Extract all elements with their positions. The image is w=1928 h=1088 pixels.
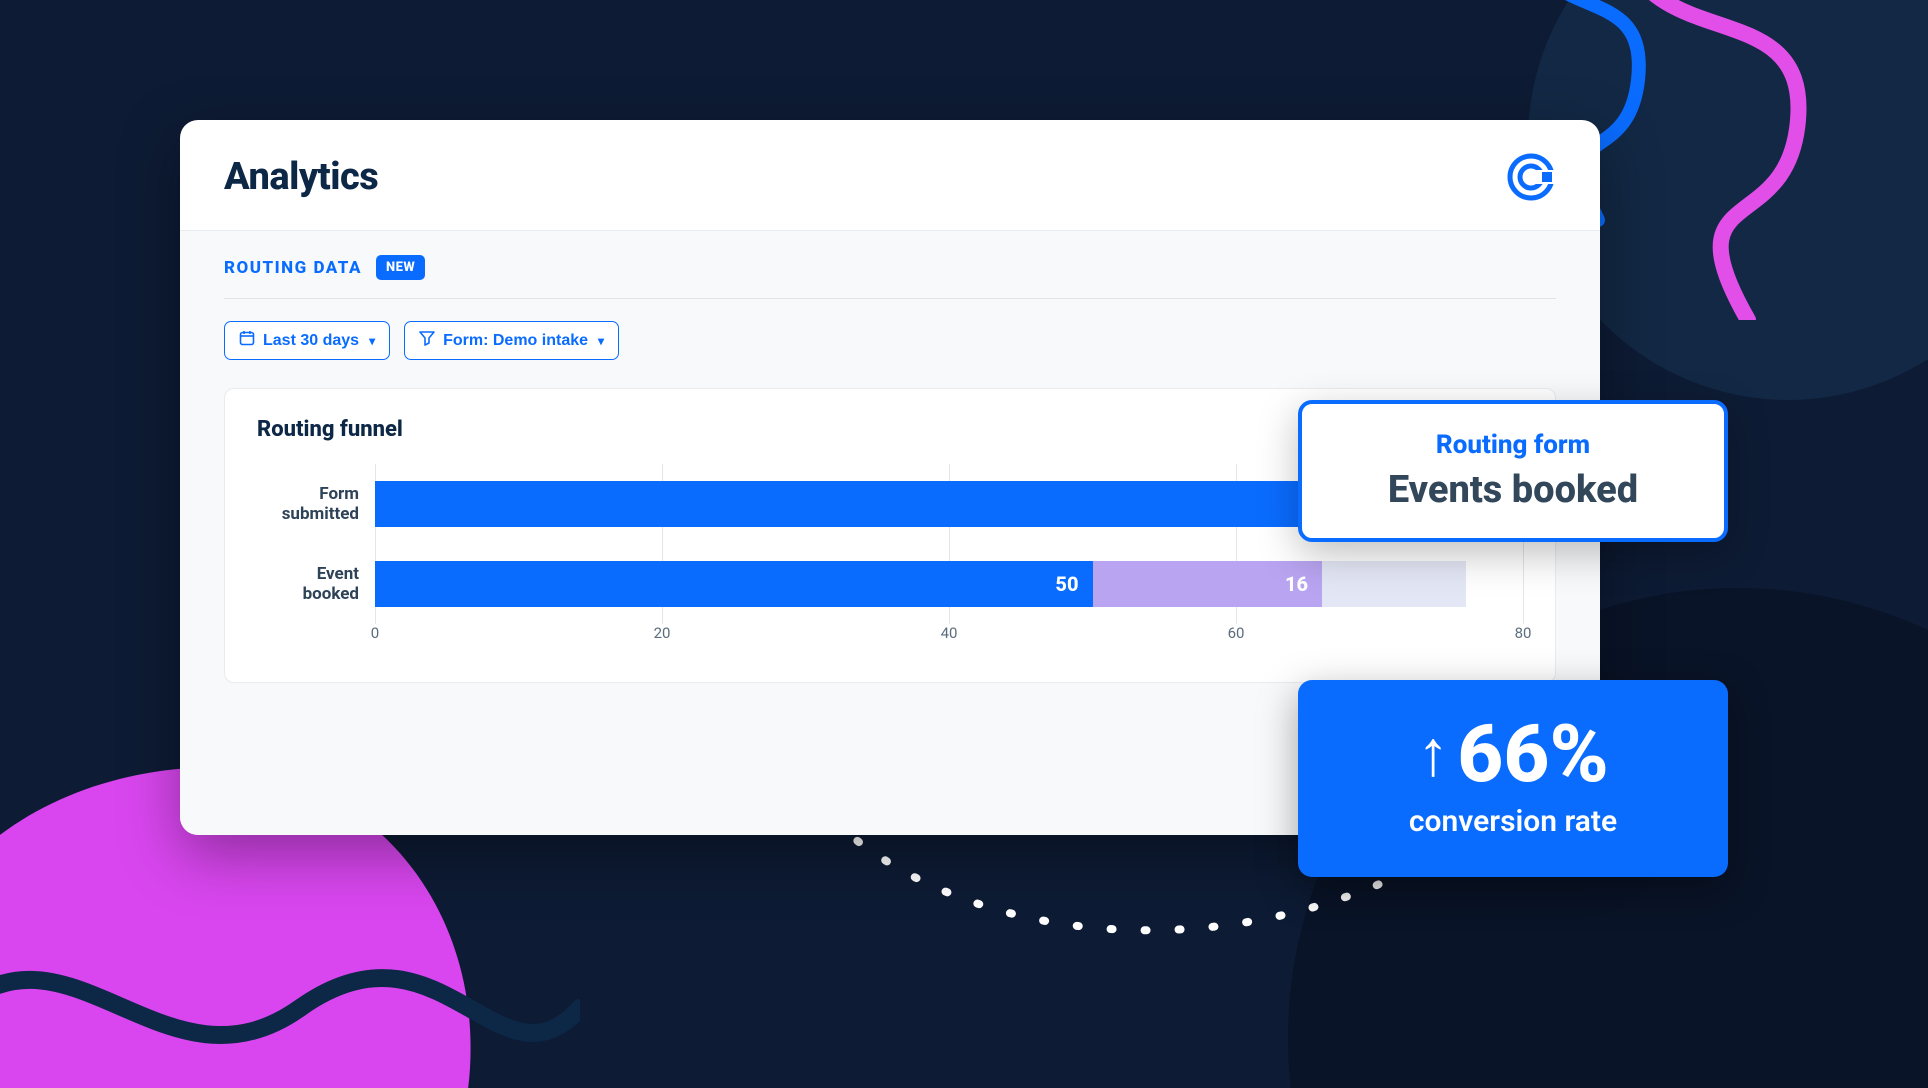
chart-x-tick: 80: [1515, 624, 1532, 642]
section-header: ROUTING DATA NEW: [224, 255, 1556, 299]
chevron-down-icon: ▾: [598, 334, 604, 348]
overlay-title: Events booked: [1330, 468, 1696, 512]
card-header: Analytics: [180, 120, 1600, 231]
chart-bar-row: 5016: [375, 561, 1523, 607]
calendar-icon: [239, 330, 255, 351]
filter-date-label: Last 30 days: [263, 332, 359, 350]
stage: Analytics ROUTING DATA NEW: [0, 0, 1928, 1088]
kpi-value: 66%: [1457, 714, 1609, 794]
overlay-eyebrow: Routing form: [1330, 430, 1696, 460]
chart-y-label: Formsubmitted: [257, 475, 359, 533]
chart-x-tick: 60: [1228, 624, 1245, 642]
chart-x-tick: 20: [654, 624, 671, 642]
brand-logo-icon: [1506, 152, 1556, 202]
chevron-down-icon: ▾: [369, 334, 375, 348]
chart-y-label: Eventbooked: [257, 555, 359, 613]
filter-dataset-button[interactable]: Form: Demo intake ▾: [404, 321, 619, 360]
kpi-conversion-card: ↑66% conversion rate: [1298, 680, 1728, 877]
chart-bar-segment: 50: [375, 561, 1093, 607]
chart-x-axis: 020406080: [375, 624, 1523, 646]
squiggle-pink: [1608, 0, 1928, 320]
chart-y-labels: Formsubmitted Eventbooked: [257, 464, 375, 624]
overlay-routing-form-card: Routing form Events booked: [1298, 400, 1728, 542]
filters-row: Last 30 days ▾ Form: Demo intake ▾: [224, 299, 1556, 388]
tab-routing-data[interactable]: ROUTING DATA: [224, 258, 362, 278]
badge-new: NEW: [376, 255, 425, 280]
filter-date-button[interactable]: Last 30 days ▾: [224, 321, 390, 360]
page-title: Analytics: [224, 155, 378, 199]
chart-bar-segment: 16: [1093, 561, 1323, 607]
arrow-up-icon: ↑: [1417, 722, 1449, 786]
chart-x-tick: 40: [941, 624, 958, 642]
chart-bar-segment: [1322, 561, 1466, 607]
kpi-label: conversion rate: [1326, 804, 1700, 839]
filter-dataset-label: Form: Demo intake: [443, 332, 588, 350]
chart-x-tick: 0: [371, 624, 379, 642]
filter-icon: [419, 330, 435, 351]
kpi-metric: ↑66%: [1417, 714, 1609, 794]
